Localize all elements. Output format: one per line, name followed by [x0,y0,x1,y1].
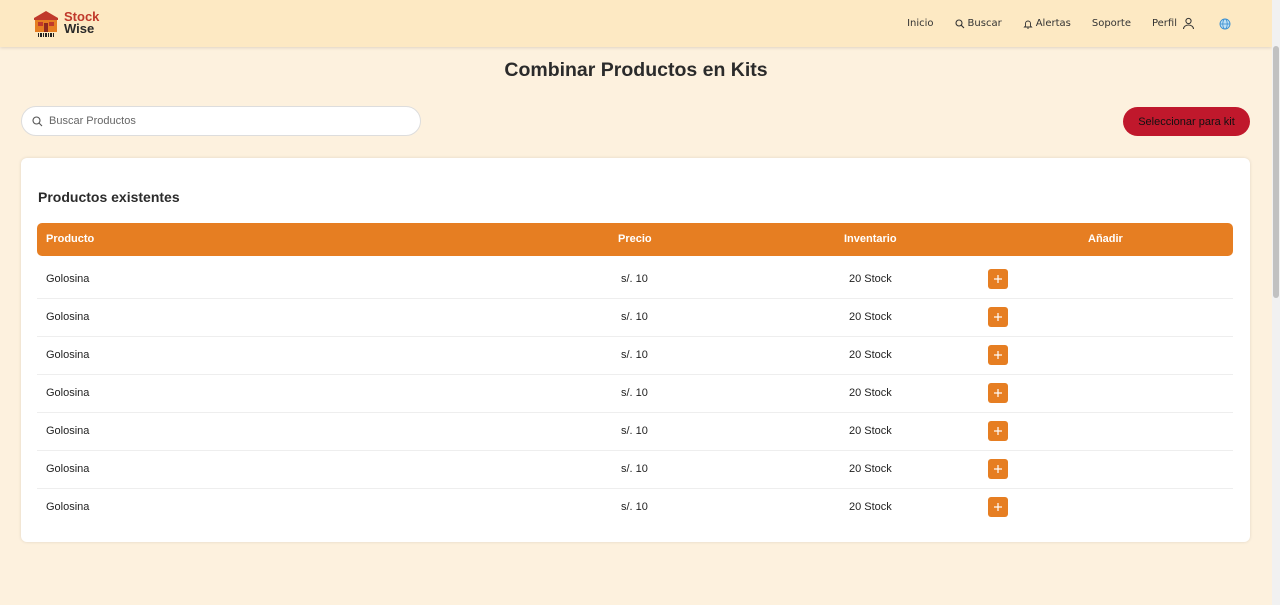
nav-perfil-label: Perfil [1151,18,1177,29]
column-header-precio: Precio [618,233,652,245]
page-scrollbar[interactable] [1272,0,1280,605]
search-icon [32,115,43,126]
product-name: Golosina [46,463,90,475]
add-product-button[interactable] [988,345,1008,365]
plus-icon [994,313,1002,321]
column-header-anadir: Añadir [1088,233,1123,245]
product-name: Golosina [46,273,90,285]
nav-buscar[interactable]: Buscar [954,18,1002,29]
add-product-button[interactable] [988,459,1008,479]
plus-icon [994,427,1002,435]
product-name: Golosina [46,425,90,437]
nav-soporte[interactable]: Soporte [1092,18,1131,29]
nav-soporte-label: Soporte [1091,18,1131,29]
select-for-kit-button[interactable]: Seleccionar para kit [1123,107,1250,136]
product-stock: 20 Stock [849,273,892,285]
plus-icon [994,275,1002,283]
language-button[interactable] [1219,18,1234,30]
nav-buscar-label: Buscar [967,18,1002,29]
table-row: Golosina s/. 10 20 Stock [37,451,1233,489]
column-header-inventario: Inventario [844,233,897,245]
plus-icon [994,465,1002,473]
nav-alertas-label: Alertas [1035,18,1071,29]
nav-perfil[interactable]: Perfil [1152,17,1195,30]
table-header: Producto Precio Inventario Añadir [37,223,1233,256]
table-body: Golosina s/. 10 20 Stock Golosina s/. 10… [37,261,1233,527]
product-stock: 20 Stock [849,349,892,361]
plus-icon [994,503,1002,511]
scrollbar-thumb[interactable] [1273,46,1279,298]
product-name: Golosina [46,387,90,399]
logo-text-wise: Wise [64,21,95,36]
product-name: Golosina [46,311,90,323]
top-navbar: Stock Wise Inicio Buscar Alertas Soporte… [0,0,1272,47]
table-row: Golosina s/. 10 20 Stock [37,375,1233,413]
column-header-producto: Producto [46,233,95,245]
product-stock: 20 Stock [849,425,892,437]
product-stock: 20 Stock [849,387,892,399]
search-bar[interactable] [21,106,421,136]
table-row: Golosina s/. 10 20 Stock [37,299,1233,337]
plus-icon [994,389,1002,397]
logo[interactable]: Stock Wise [32,8,99,38]
plus-icon [994,351,1002,359]
product-stock: 20 Stock [849,311,892,323]
add-product-button[interactable] [988,497,1008,517]
add-product-button[interactable] [988,383,1008,403]
product-name: Golosina [46,349,90,361]
nav-inicio-label: Inicio [907,18,934,29]
product-price: s/. 10 [621,425,648,437]
table-row: Golosina s/. 10 20 Stock [37,413,1233,451]
globe-icon [1219,18,1231,29]
product-price: s/. 10 [621,311,648,323]
add-product-button[interactable] [988,421,1008,441]
product-price: s/. 10 [621,463,648,475]
add-product-button[interactable] [988,307,1008,327]
product-price: s/. 10 [621,349,648,361]
nav-menu: Inicio Buscar Alertas Soporte Perfil [886,0,1234,47]
product-price: s/. 10 [621,501,648,513]
nav-inicio[interactable]: Inicio [907,18,933,29]
product-name: Golosina [46,501,90,513]
search-icon [954,18,964,28]
product-stock: 20 Stock [849,501,892,513]
products-card: Productos existentes Producto Precio Inv… [21,158,1250,542]
products-section-title: Productos existentes [38,189,180,205]
table-row: Golosina s/. 10 20 Stock [37,337,1233,375]
product-price: s/. 10 [621,273,648,285]
table-row: Golosina s/. 10 20 Stock [37,261,1233,299]
user-icon [1183,17,1194,30]
logo-text: Stock Wise [64,10,99,36]
product-stock: 20 Stock [849,463,892,475]
add-product-button[interactable] [988,269,1008,289]
bell-icon [1023,20,1033,29]
nav-alertas[interactable]: Alertas [1023,18,1071,29]
table-row: Golosina s/. 10 20 Stock [37,489,1233,527]
product-price: s/. 10 [621,387,648,399]
search-input[interactable] [49,115,389,127]
warehouse-logo-icon [32,8,60,38]
page-title: Combinar Productos en Kits [504,59,768,81]
